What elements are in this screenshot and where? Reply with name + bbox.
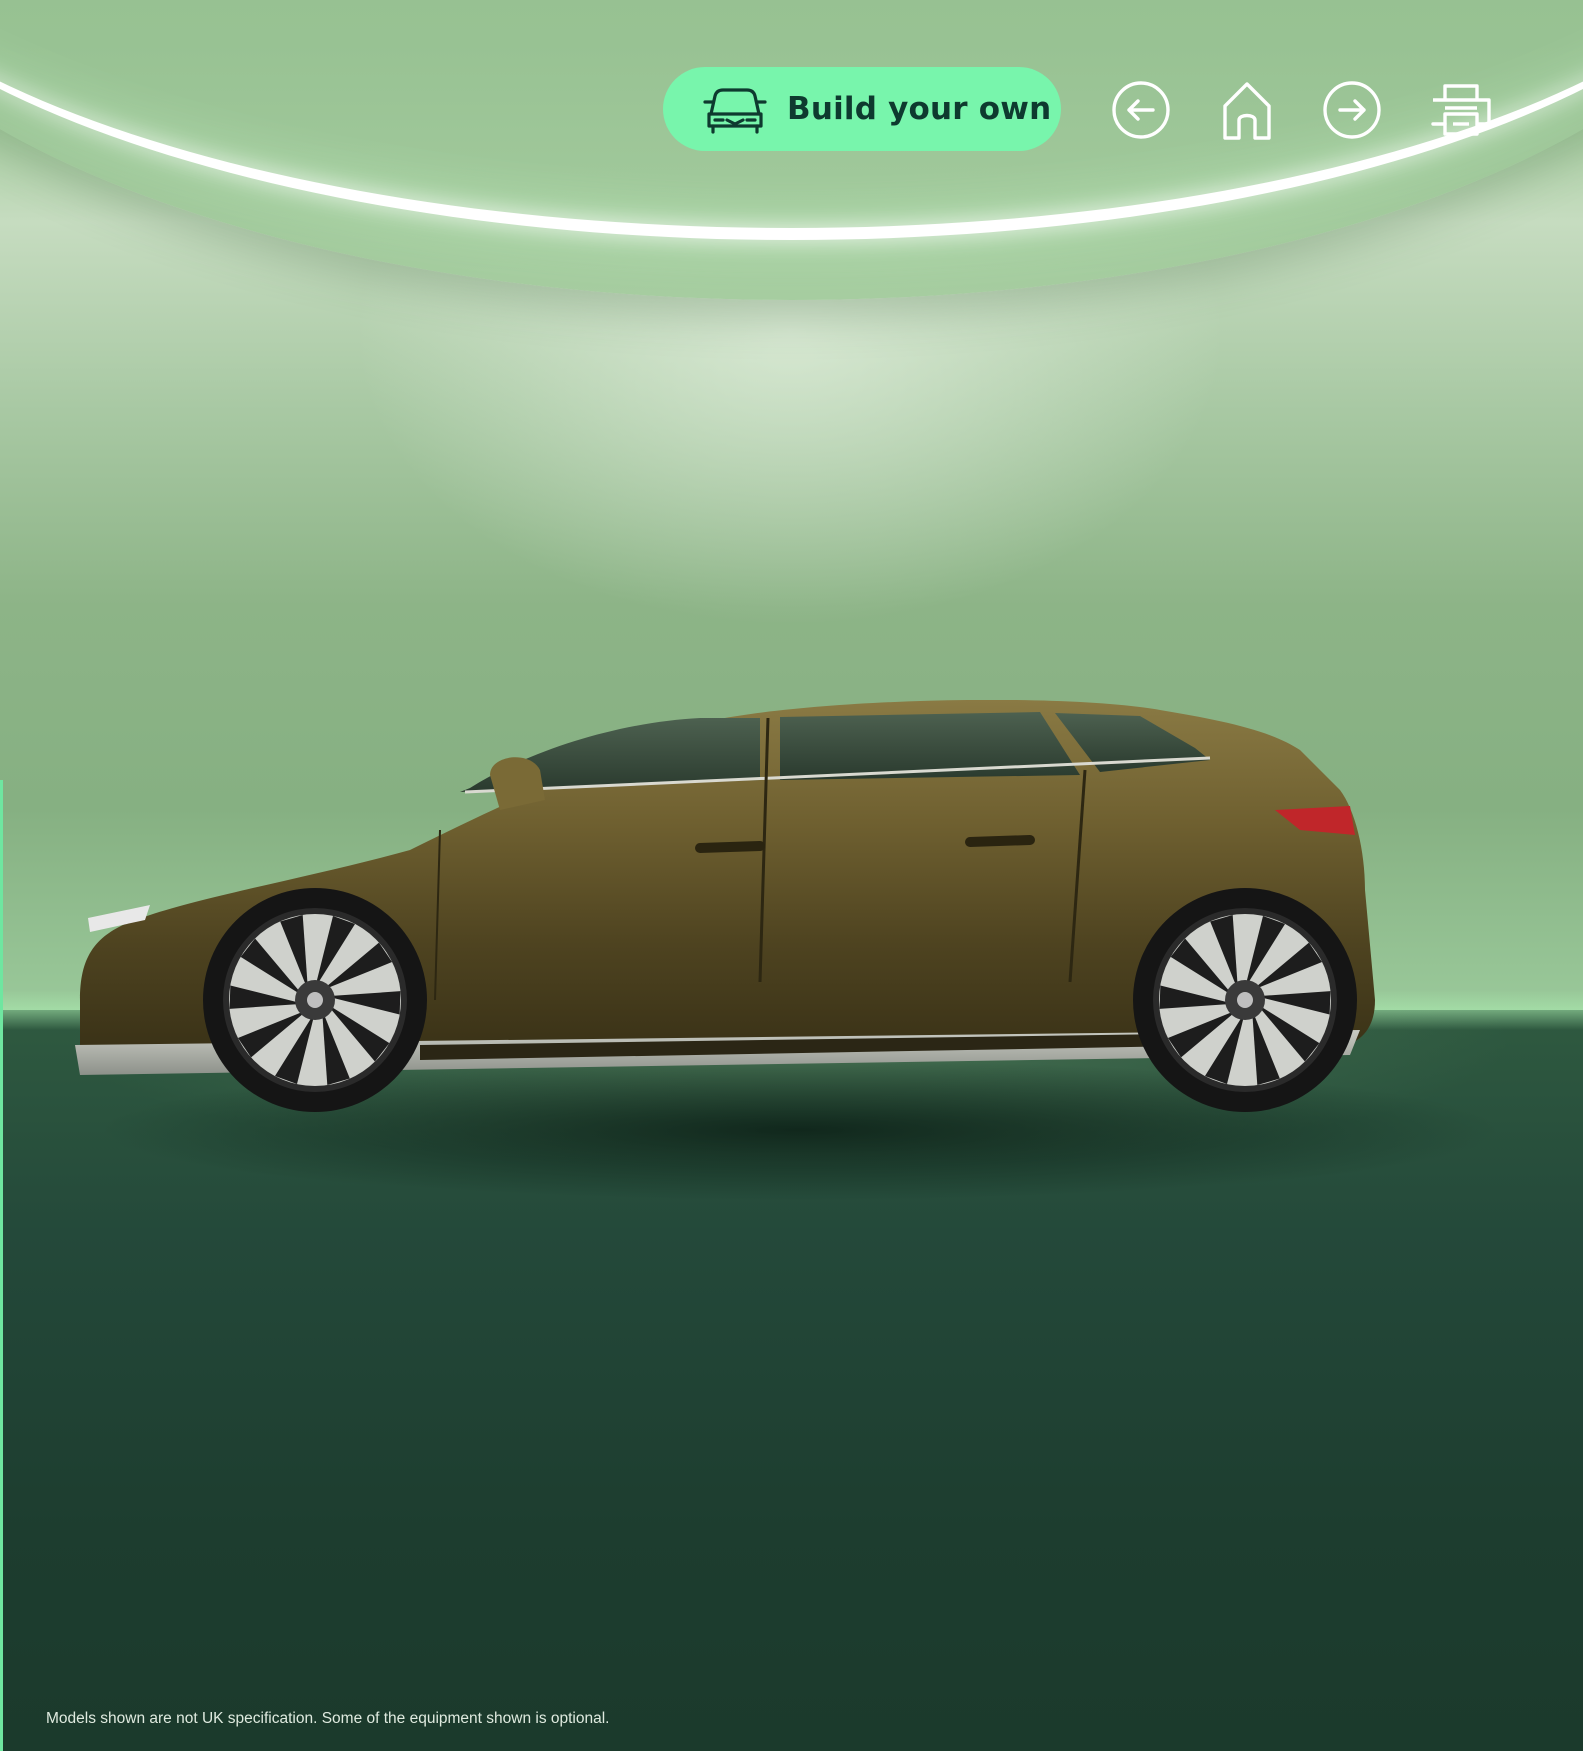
arrow-left-circle-icon xyxy=(1112,81,1170,139)
build-your-own-button[interactable]: Build your own xyxy=(663,67,1061,151)
back-button[interactable] xyxy=(1109,78,1173,142)
printer-icon xyxy=(1431,84,1491,136)
home-button[interactable] xyxy=(1215,78,1279,142)
car-image xyxy=(75,700,1500,1200)
home-icon xyxy=(1223,82,1271,140)
print-button[interactable] xyxy=(1428,78,1494,142)
disclaimer-text: Models shown are not UK specification. S… xyxy=(46,1710,610,1727)
hero-scene xyxy=(0,0,1583,1751)
forward-button[interactable] xyxy=(1320,78,1384,142)
arrow-right-circle-icon xyxy=(1323,81,1381,139)
build-your-own-label: Build your own xyxy=(787,91,1052,127)
edge-accent xyxy=(0,780,3,1751)
toolbar: Build your own xyxy=(0,0,1583,160)
car-front-icon xyxy=(703,88,767,134)
